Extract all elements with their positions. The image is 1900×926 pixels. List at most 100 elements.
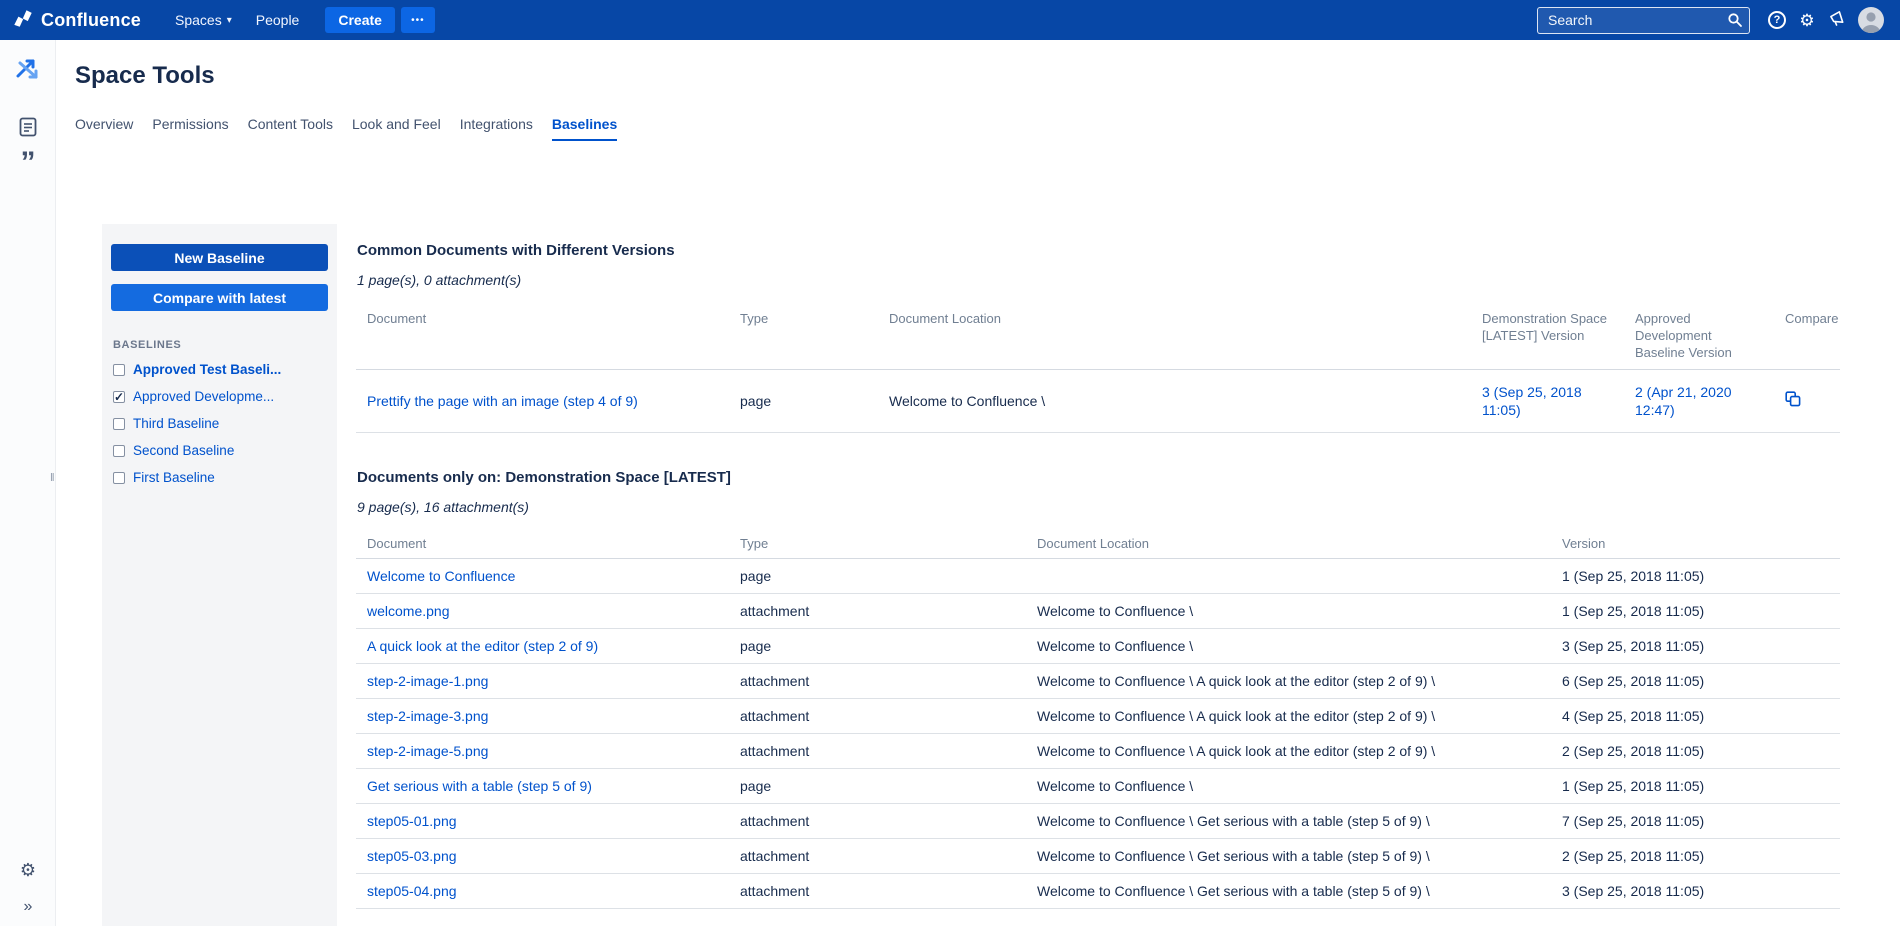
document-type: attachment <box>729 873 1026 909</box>
baseline-checkbox[interactable] <box>113 471 125 484</box>
top-navigation: Confluence Spaces ▾ People Create ••• ? … <box>0 0 1900 40</box>
baselines-content: New Baseline Compare with latest BASELIN… <box>102 224 1900 926</box>
document-link[interactable]: step05-01.png <box>367 813 457 829</box>
column-header: Version <box>1551 529 1840 559</box>
tab-look-and-feel[interactable]: Look and Feel <box>352 116 441 141</box>
tab-overview[interactable]: Overview <box>75 116 133 141</box>
more-dots-icon: ••• <box>411 14 425 26</box>
baseline-link[interactable]: Second Baseline <box>133 443 234 458</box>
compare-with-latest-button[interactable]: Compare with latest <box>111 284 328 311</box>
document-link[interactable]: Prettify the page with an image (step 4 … <box>367 393 638 409</box>
baseline-checkbox[interactable] <box>113 390 125 404</box>
document-link[interactable]: Welcome to Confluence <box>367 568 515 584</box>
column-header: Approved Development Baseline Version <box>1624 302 1774 370</box>
nav-spaces[interactable]: Spaces ▾ <box>175 12 232 28</box>
documents-section: Common Documents with Different Versions… <box>356 224 1840 909</box>
space-logo[interactable] <box>0 56 56 82</box>
help-icon: ? <box>1768 11 1786 29</box>
feedback-button[interactable] <box>1822 6 1852 34</box>
document-link[interactable]: Get serious with a table (step 5 of 9) <box>367 778 592 794</box>
search-icon[interactable] <box>1727 12 1743 33</box>
document-location: Welcome to Confluence \ <box>878 369 1471 433</box>
column-header: Document <box>356 529 729 559</box>
column-header: Document <box>356 302 729 370</box>
document-type: attachment <box>729 593 1026 629</box>
common-documents-table: Document Type Document Location Demonstr… <box>356 302 1840 433</box>
baseline-version-link[interactable]: 2 (Apr 21, 2020 12:47) <box>1635 384 1732 418</box>
sidebar-item-blog[interactable]: ” <box>0 148 56 178</box>
column-header: Document Location <box>878 302 1471 370</box>
baseline-list-item: First Baseline <box>113 470 328 485</box>
baseline-link[interactable]: First Baseline <box>133 470 215 485</box>
document-location: Welcome to Confluence \ <box>1026 593 1551 629</box>
document-type: attachment <box>729 733 1026 769</box>
document-link[interactable]: step-2-image-3.png <box>367 708 488 724</box>
person-icon <box>1861 12 1881 33</box>
user-avatar[interactable] <box>1858 7 1884 33</box>
baseline-checkbox[interactable] <box>113 417 125 430</box>
sidebar-resize-handle[interactable]: ‖ <box>50 472 54 484</box>
latest-version-link[interactable]: 3 (Sep 25, 2018 11:05) <box>1482 384 1582 418</box>
document-link[interactable]: welcome.png <box>367 603 450 619</box>
document-version: 3 (Sep 25, 2018 11:05) <box>1551 873 1840 909</box>
sidebar-item-pages[interactable] <box>0 117 56 137</box>
create-button[interactable]: Create <box>325 7 395 33</box>
nav-spaces-label: Spaces <box>175 12 222 28</box>
compare-copy-icon[interactable] <box>1785 391 1801 410</box>
document-version: 2 (Sep 25, 2018 11:05) <box>1551 733 1840 769</box>
baseline-list-item: Approved Developme... <box>113 389 328 404</box>
main-content: Space Tools Overview Permissions Content… <box>57 40 1900 926</box>
nav-people-label: People <box>255 12 300 28</box>
document-location <box>1026 558 1551 594</box>
document-link[interactable]: step-2-image-5.png <box>367 743 488 759</box>
document-type: page <box>729 628 1026 664</box>
tab-permissions[interactable]: Permissions <box>152 116 228 141</box>
sidebar-item-space-settings[interactable]: ⚙ <box>0 860 56 881</box>
only-documents-title: Documents only on: Demonstration Space [… <box>357 469 731 486</box>
document-location: Welcome to Confluence \ Get serious with… <box>1026 838 1551 874</box>
confluence-logo-icon <box>12 7 34 34</box>
document-link[interactable]: A quick look at the editor (step 2 of 9) <box>367 638 598 654</box>
search-input[interactable] <box>1537 6 1750 34</box>
document-type: page <box>729 369 878 433</box>
tab-integrations[interactable]: Integrations <box>460 116 533 141</box>
chevron-down-icon: ▾ <box>226 14 232 26</box>
create-more-button[interactable]: ••• <box>400 7 435 33</box>
document-location: Welcome to Confluence \ Get serious with… <box>1026 803 1551 839</box>
document-version: 1 (Sep 25, 2018 11:05) <box>1551 768 1840 804</box>
baseline-link[interactable]: Approved Developme... <box>133 389 274 404</box>
document-location: Welcome to Confluence \ A quick look at … <box>1026 733 1551 769</box>
table-row: step-2-image-1.png attachment Welcome to… <box>356 663 1840 699</box>
sidebar-expand-button[interactable]: » <box>0 898 56 916</box>
nav-people[interactable]: People <box>256 12 300 28</box>
baseline-link[interactable]: Third Baseline <box>133 416 219 431</box>
document-location: Welcome to Confluence \ Get serious with… <box>1026 873 1551 909</box>
document-version: 7 (Sep 25, 2018 11:05) <box>1551 803 1840 839</box>
new-baseline-button[interactable]: New Baseline <box>111 244 328 271</box>
common-documents-count: 1 page(s), 0 attachment(s) <box>357 272 522 288</box>
baseline-checkbox[interactable] <box>113 444 125 457</box>
baseline-checkbox[interactable] <box>113 363 125 376</box>
document-version: 2 (Sep 25, 2018 11:05) <box>1551 838 1840 874</box>
search-container <box>1537 6 1750 34</box>
tab-baselines[interactable]: Baselines <box>551 116 618 141</box>
tab-content-tools[interactable]: Content Tools <box>248 116 333 141</box>
only-documents-count: 9 page(s), 16 attachment(s) <box>357 499 529 515</box>
table-row: step-2-image-5.png attachment Welcome to… <box>356 733 1840 769</box>
table-row: welcome.png attachment Welcome to Conflu… <box>356 593 1840 629</box>
help-button[interactable]: ? <box>1762 6 1792 34</box>
document-link[interactable]: step-2-image-1.png <box>367 673 488 689</box>
document-link[interactable]: step05-03.png <box>367 848 457 864</box>
only-documents-table: Document Type Document Location Version … <box>356 529 1840 909</box>
confluence-home-link[interactable]: Confluence <box>12 7 141 34</box>
column-header: Type <box>729 529 1026 559</box>
settings-button[interactable]: ⚙ <box>1792 6 1822 34</box>
baseline-link[interactable]: Approved Test Baseli... <box>133 362 281 377</box>
document-version: 4 (Sep 25, 2018 11:05) <box>1551 698 1840 734</box>
space-sidebar: ” ⚙ » <box>0 40 56 926</box>
document-link[interactable]: step05-04.png <box>367 883 457 899</box>
document-type: page <box>729 558 1026 594</box>
table-row: step05-03.png attachment Welcome to Conf… <box>356 838 1840 874</box>
double-chevron-right-icon: » <box>23 898 33 915</box>
table-row: step-2-image-3.png attachment Welcome to… <box>356 698 1840 734</box>
